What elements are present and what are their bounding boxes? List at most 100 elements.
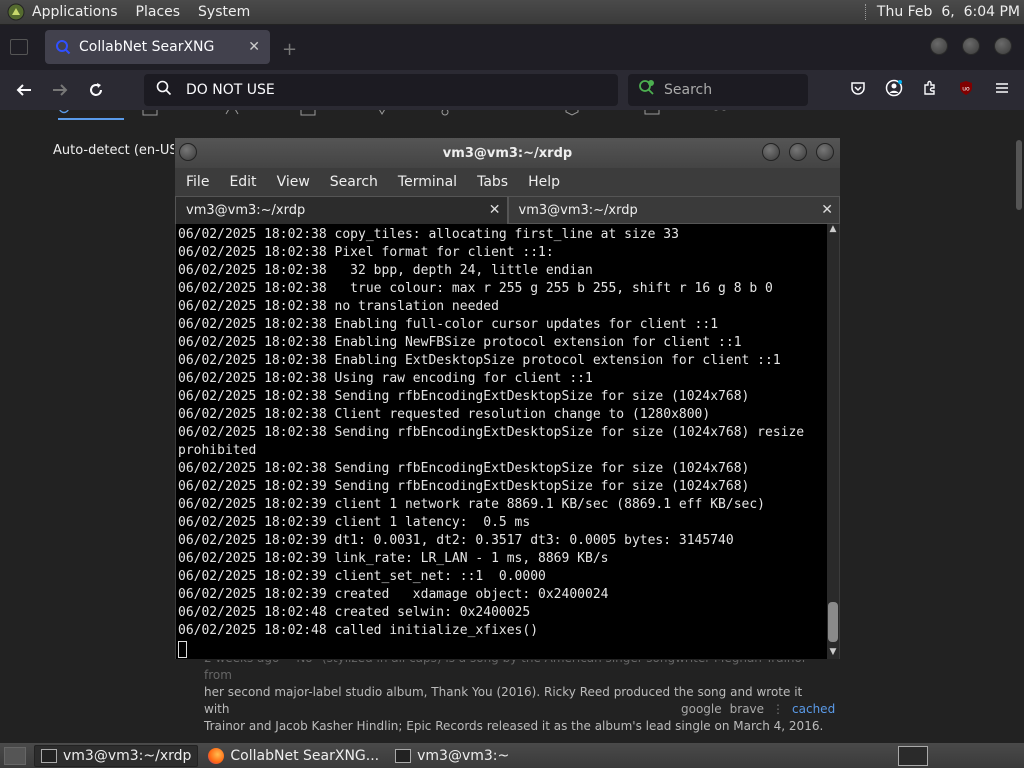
reload-icon[interactable] <box>84 78 108 102</box>
searxng-icon <box>55 39 71 55</box>
firefox-icon <box>208 747 225 764</box>
panel-separator <box>864 4 867 20</box>
terminal-line: 06/02/2025 18:02:38 Using raw encoding f… <box>178 371 593 386</box>
engine-label: brave <box>729 702 765 716</box>
scroll-up-icon[interactable]: ▲ <box>827 224 839 236</box>
browser-toolbar-right: uo <box>848 78 1012 98</box>
forward-icon[interactable] <box>48 78 72 102</box>
terminal-line: 06/02/2025 18:02:38 Enabling ExtDesktopS… <box>178 353 781 368</box>
new-tab-icon[interactable]: + <box>282 39 297 60</box>
tab-news[interactable] <box>300 110 316 116</box>
clock[interactable]: Thu Feb 6, 6:04 PM <box>877 4 1020 20</box>
taskbar-item-terminal-2[interactable]: vm3@vm3:~ <box>389 745 515 767</box>
show-desktop-icon[interactable] <box>4 746 26 765</box>
terminal-line: 06/02/2025 18:02:38 Enabling full-color … <box>178 317 719 332</box>
terminal-line: 06/02/2025 18:02:38 Sending rfbEncodingE… <box>178 425 805 440</box>
terminal-line: prohibited <box>178 443 257 458</box>
tab-science[interactable] <box>564 110 580 116</box>
terminal-lines: 06/02/2025 18:02:38 copy_tiles: allocati… <box>176 224 827 658</box>
terminal-line: 06/02/2025 18:02:39 dt1: 0.0031, dt2: 0.… <box>178 533 734 548</box>
browser-navbar: DO NOT USE Search uo <box>0 70 1024 110</box>
window-menu-button[interactable] <box>179 143 197 161</box>
tab-map[interactable] <box>374 110 390 116</box>
close-tab-icon[interactable]: ✕ <box>248 39 260 55</box>
locale-selector[interactable]: Auto-detect (en-US) <box>53 143 183 158</box>
terminal-scrollbar[interactable]: ▲ ▼ <box>827 224 839 659</box>
browser-window-controls <box>930 37 1012 55</box>
tab-music[interactable] <box>440 110 456 116</box>
workspace-switcher[interactable] <box>898 746 928 766</box>
pocket-icon[interactable] <box>848 78 868 98</box>
terminal-maximize-button[interactable] <box>789 143 807 161</box>
taskbar-item-terminal[interactable]: vm3@vm3:~/xrdp <box>34 744 199 767</box>
account-icon[interactable] <box>884 78 904 98</box>
menu-tabs[interactable]: Tabs <box>477 174 508 190</box>
terminal-line: 06/02/2025 18:02:38 true colour: max r 2… <box>178 281 773 296</box>
terminal-icon <box>41 748 57 763</box>
terminal-tab[interactable]: vm3@vm3:~/xrdp ✕ <box>175 196 508 224</box>
taskbar-item-label: vm3@vm3:~/xrdp <box>63 747 192 764</box>
top-panel: Applications Places System Thu Feb 6, 6:… <box>0 0 1024 25</box>
applications-icon[interactable] <box>6 2 26 22</box>
extensions-icon[interactable] <box>920 78 940 98</box>
category-tabs <box>0 110 1024 126</box>
menu-system[interactable]: System <box>198 4 250 20</box>
search-bar[interactable]: Search <box>628 74 808 106</box>
terminal-line: 06/02/2025 18:02:38 Enabling NewFBSize p… <box>178 335 742 350</box>
ublock-icon[interactable]: uo <box>956 78 976 98</box>
close-tab-icon[interactable]: ✕ <box>821 202 833 218</box>
terminal-tabbar: vm3@vm3:~/xrdp ✕ vm3@vm3:~/xrdp ✕ <box>175 196 840 224</box>
menu-search[interactable]: Search <box>330 174 378 190</box>
browser-tab[interactable]: CollabNet SearXNG ✕ <box>45 30 270 64</box>
separator-icon: ⋮ <box>772 702 785 716</box>
menu-file[interactable]: File <box>186 174 209 190</box>
tab-social-media[interactable] <box>710 110 730 116</box>
menu-view[interactable]: View <box>277 174 310 190</box>
terminal-line: 06/02/2025 18:02:38 Client requested res… <box>178 407 711 422</box>
tab-images[interactable] <box>142 110 158 116</box>
result-engines: google brave ⋮ cached <box>681 702 835 716</box>
search-icon <box>156 80 172 100</box>
menu-applications[interactable]: Applications <box>32 4 118 20</box>
minimize-button[interactable] <box>930 37 948 55</box>
tab-general[interactable] <box>58 110 124 120</box>
terminal-line: 06/02/2025 18:02:38 Sending rfbEncodingE… <box>178 461 750 476</box>
close-tab-icon[interactable]: ✕ <box>489 202 501 218</box>
menu-edit[interactable]: Edit <box>229 174 256 190</box>
tab-list-icon[interactable] <box>10 39 28 55</box>
svg-text:uo: uo <box>962 86 970 93</box>
terminal-line: 06/02/2025 18:02:39 created xdamage obje… <box>178 587 609 602</box>
terminal-minimize-button[interactable] <box>762 143 780 161</box>
snippet-line: Trainor and Jacob Kasher Hindlin; Epic R… <box>204 719 824 733</box>
menu-help[interactable]: Help <box>528 174 560 190</box>
tab-files[interactable] <box>644 110 660 116</box>
tab-videos[interactable] <box>224 110 240 116</box>
terminal-line: 06/02/2025 18:02:48 called initialize_xf… <box>178 623 539 638</box>
scroll-down-icon[interactable]: ▼ <box>827 647 839 659</box>
cached-link[interactable]: cached <box>792 702 835 716</box>
back-icon[interactable] <box>12 78 36 102</box>
scroll-thumb[interactable] <box>828 602 838 642</box>
result-snippet: 2 weeks ago · "No" (stylized in all caps… <box>204 650 824 735</box>
terminal-line: 06/02/2025 18:02:39 client 1 network rat… <box>178 497 765 512</box>
menu-icon[interactable] <box>992 78 1012 98</box>
terminal-close-button[interactable] <box>816 143 834 161</box>
browser-tab-title: CollabNet SearXNG <box>79 39 215 55</box>
terminal-line: 06/02/2025 18:02:38 32 bpp, depth 24, li… <box>178 263 593 278</box>
menu-places[interactable]: Places <box>136 4 181 20</box>
terminal-line: 06/02/2025 18:02:38 no translation neede… <box>178 299 499 314</box>
terminal-line: 06/02/2025 18:02:39 link_rate: LR_LAN - … <box>178 551 609 566</box>
terminal-tab[interactable]: vm3@vm3:~/xrdp ✕ <box>507 196 840 224</box>
terminal-titlebar[interactable]: vm3@vm3:~/xrdp <box>175 138 840 168</box>
tab-it[interactable] <box>512 110 528 116</box>
close-window-button[interactable] <box>994 37 1012 55</box>
browser-tabbar: CollabNet SearXNG ✕ + <box>0 25 1024 70</box>
page-scrollbar[interactable] <box>1016 140 1022 210</box>
terminal-line: 06/02/2025 18:02:39 Sending rfbEncodingE… <box>178 479 750 494</box>
taskbar-item-firefox[interactable]: CollabNet SearXNG... <box>202 745 385 767</box>
maximize-button[interactable] <box>962 37 980 55</box>
terminal-output[interactable]: 06/02/2025 18:02:38 copy_tiles: allocati… <box>176 224 827 659</box>
taskbar-item-label: CollabNet SearXNG... <box>230 747 380 764</box>
menu-terminal[interactable]: Terminal <box>398 174 457 190</box>
url-bar[interactable]: DO NOT USE <box>144 74 618 106</box>
